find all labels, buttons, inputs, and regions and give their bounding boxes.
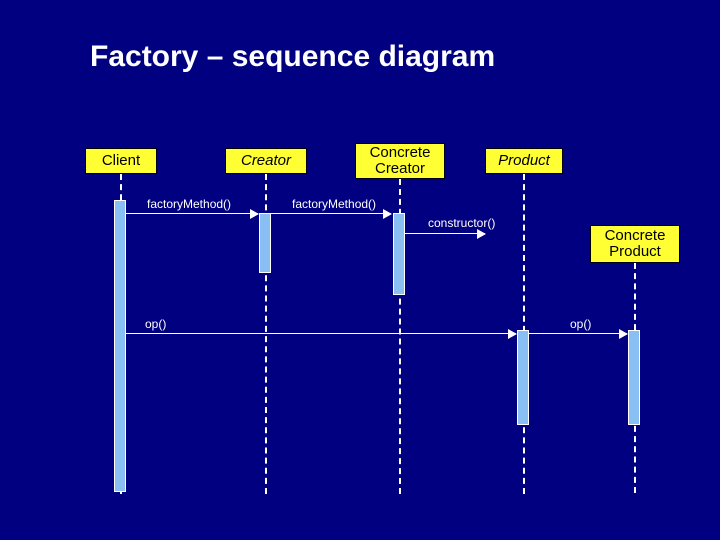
label-factory-method-1: factoryMethod() <box>147 197 231 211</box>
arrow-factory-method-1 <box>126 213 258 214</box>
arrow-constructor <box>405 233 485 234</box>
label-op-2: op() <box>570 317 591 331</box>
label-op-1: op() <box>145 317 166 331</box>
arrow-op-2 <box>529 333 627 334</box>
activation-concrete-product <box>628 330 640 425</box>
arrow-factory-method-2 <box>271 213 391 214</box>
participant-product: Product <box>485 148 563 174</box>
page-title: Factory – sequence diagram <box>90 40 495 74</box>
participant-concrete-product: Concrete Product <box>590 225 680 263</box>
activation-product <box>517 330 529 425</box>
activation-concrete-creator <box>393 213 405 295</box>
label-constructor: constructor() <box>428 216 495 230</box>
arrow-op-1 <box>126 333 516 334</box>
participant-creator: Creator <box>225 148 307 174</box>
activation-creator <box>259 213 271 273</box>
participant-concrete-creator: Concrete Creator <box>355 143 445 179</box>
activation-client <box>114 200 126 492</box>
participant-client: Client <box>85 148 157 174</box>
label-factory-method-2: factoryMethod() <box>292 197 376 211</box>
